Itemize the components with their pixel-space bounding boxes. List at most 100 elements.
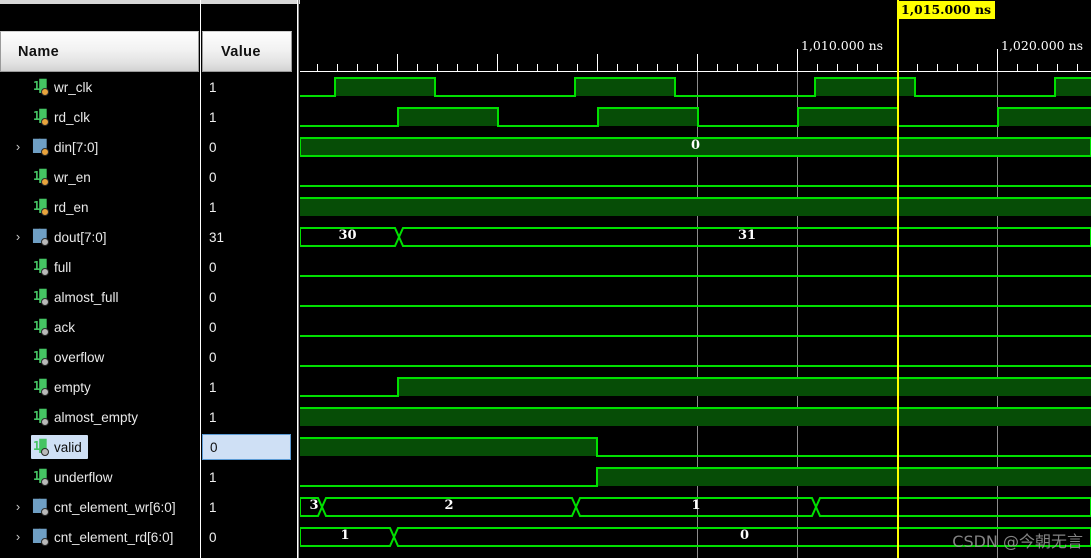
signal-value-label: 0	[209, 349, 217, 365]
signal-direction-badge	[41, 147, 49, 156]
signal-value-label: 0	[209, 169, 217, 185]
minor-tick	[957, 64, 958, 71]
wave-trace-row	[300, 252, 1091, 282]
signal-label-wrapper: 1█ rd_en	[31, 195, 95, 219]
signal-value-label: 1	[209, 409, 217, 425]
value-column-header[interactable]: Value	[202, 31, 292, 72]
signal-direction-badge	[41, 177, 49, 186]
wave-trace-row	[300, 282, 1091, 312]
wire-signal-icon: 1█	[33, 199, 49, 216]
signal-value-label: 1	[209, 79, 217, 95]
signal-list-panel: Name Value › 1█ wr_clk › 1█ rd_clk › ██ din[7:0]…	[0, 0, 300, 558]
signal-value-row[interactable]: 1	[202, 102, 297, 132]
wave-trace-row	[300, 372, 1091, 402]
signal-direction-badge	[41, 207, 49, 216]
signal-value-row[interactable]: 1	[202, 492, 297, 522]
signal-value-row[interactable]: 0	[202, 522, 297, 552]
signal-value-row[interactable]: 1	[202, 72, 297, 102]
minor-tick	[537, 64, 538, 71]
signal-label-wrapper: 1█ valid	[31, 435, 88, 459]
signal-name-label: wr_clk	[54, 79, 93, 95]
signal-value-row[interactable]: 1	[202, 462, 297, 492]
minor-tick	[617, 64, 618, 71]
waveform-traces: 0 30 31 3 2 1 1 0	[300, 72, 1091, 552]
signal-value-label: 1	[209, 199, 217, 215]
name-value-divider[interactable]	[200, 0, 201, 558]
signal-name-label: full	[54, 259, 72, 275]
expand-chevron-icon[interactable]: ›	[12, 230, 24, 243]
signal-value-row[interactable]: 1	[202, 402, 297, 432]
signal-direction-badge	[41, 387, 49, 396]
signal-value-row[interactable]: 0	[202, 162, 297, 192]
name-column-header[interactable]: Name	[0, 31, 199, 72]
signal-label-wrapper: 1█ almost_full	[31, 285, 125, 309]
minor-tick	[457, 64, 458, 71]
expand-chevron-icon[interactable]: ›	[12, 530, 24, 543]
cursor-time-label: 1,015.000 ns	[898, 1, 996, 19]
minor-tick	[917, 64, 918, 71]
signal-label-wrapper: 1█ empty	[31, 375, 97, 399]
wave-trace-row	[300, 462, 1091, 492]
signal-value-row[interactable]: 0	[202, 252, 297, 282]
signal-direction-badge	[41, 327, 49, 336]
wave-trace-row: 0	[300, 132, 1091, 162]
wire-signal-icon: 1█	[33, 469, 49, 486]
signal-value-row[interactable]: 0	[202, 432, 297, 462]
bus-value-label: 2	[444, 498, 454, 513]
signal-value-row[interactable]: 31	[202, 222, 297, 252]
signal-label-wrapper: 1█ almost_empty	[31, 405, 144, 429]
panel-top-edge	[0, 0, 300, 4]
signal-name-label: overflow	[54, 349, 105, 365]
signal-direction-badge	[41, 417, 49, 426]
minor-tick	[857, 64, 858, 71]
wire-signal-icon: 1█	[33, 109, 49, 126]
signal-direction-badge	[41, 237, 49, 246]
minor-tick	[737, 64, 738, 71]
signal-value-row[interactable]: 0	[202, 132, 297, 162]
signal-name-label: valid	[54, 439, 82, 455]
signal-value-row[interactable]: 0	[202, 282, 297, 312]
signal-name-label: underflow	[54, 469, 113, 485]
minor-tick	[317, 64, 318, 71]
bus-value-label: 1	[691, 498, 701, 513]
signal-direction-badge	[41, 507, 49, 516]
signal-label-wrapper: 1█ ack	[31, 315, 81, 339]
signal-value-row[interactable]: 0	[202, 342, 297, 372]
wire-signal-icon: 1█	[33, 169, 49, 186]
signal-value-label: 1	[209, 379, 217, 395]
wire-signal-icon: 1█	[33, 379, 49, 396]
minor-tick	[377, 64, 378, 71]
panel-top-strip	[0, 0, 300, 31]
minor-tick	[417, 64, 418, 71]
minor-tick	[477, 64, 478, 71]
expand-chevron-icon[interactable]: ›	[12, 500, 24, 513]
signal-label-wrapper: ██ cnt_element_wr[6:0]	[31, 495, 182, 519]
signal-direction-badge	[41, 87, 49, 96]
minor-tick	[777, 64, 778, 71]
minor-tick	[357, 64, 358, 71]
waveform-panel[interactable]: 1,010.000 ns1,020.000 ns1,030.000 ns 030…	[300, 0, 1091, 558]
signal-value-row[interactable]: 0	[202, 312, 297, 342]
minor-tick	[817, 64, 818, 71]
signal-name-label: cnt_element_rd[6:0]	[54, 529, 174, 545]
minor-tick	[577, 64, 578, 71]
expand-chevron-icon[interactable]: ›	[12, 140, 24, 153]
major-tick	[497, 54, 498, 71]
minor-tick	[437, 64, 438, 71]
watermark-text: CSDN @今朝无言	[952, 532, 1083, 551]
wire-signal-icon: 1█	[33, 289, 49, 306]
wave-trace-row	[300, 432, 1091, 462]
wire-signal-icon: 1█	[33, 349, 49, 366]
minor-tick	[677, 64, 678, 71]
wave-trace-row	[300, 402, 1091, 432]
signal-direction-badge	[41, 267, 49, 276]
time-tick-label: 1,020.000 ns	[1001, 38, 1084, 53]
signal-value-row[interactable]: 1	[202, 372, 297, 402]
signal-value-row[interactable]: 1	[202, 192, 297, 222]
bus-value-label: 0	[739, 528, 750, 543]
major-tick	[697, 54, 698, 71]
wave-trace-row	[300, 192, 1091, 222]
time-cursor[interactable]	[897, 0, 899, 558]
signal-direction-badge	[41, 117, 49, 126]
signal-value-label: 0	[209, 259, 217, 275]
